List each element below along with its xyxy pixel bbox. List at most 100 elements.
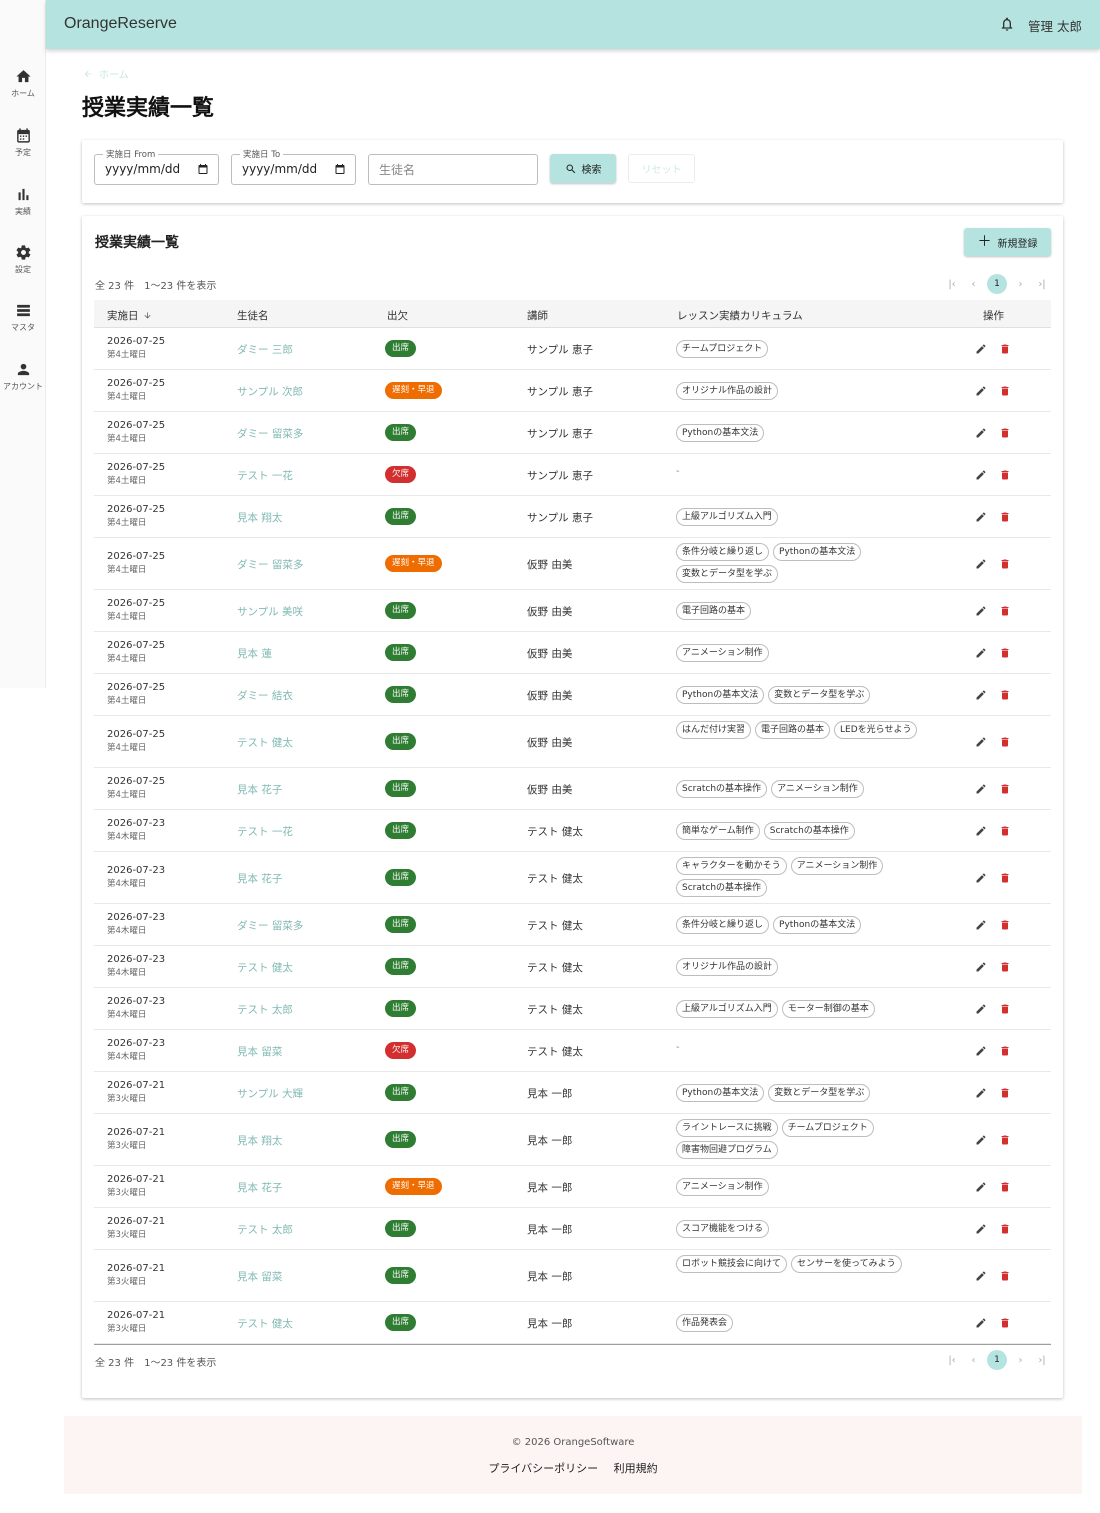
delete-icon[interactable] <box>999 343 1011 355</box>
calendar-icon[interactable] <box>197 163 209 175</box>
student-link[interactable]: 見本 花子 <box>237 1180 282 1195</box>
edit-icon[interactable] <box>975 427 987 439</box>
delete-icon[interactable] <box>999 825 1011 837</box>
edit-icon[interactable] <box>975 872 987 884</box>
delete-icon[interactable] <box>999 558 1011 570</box>
delete-icon[interactable] <box>999 647 1011 659</box>
breadcrumb[interactable]: ホーム <box>83 66 129 81</box>
student-link[interactable]: 見本 留菜 <box>237 1269 282 1284</box>
first-page-icon[interactable]: |‹ <box>944 279 960 290</box>
student-link[interactable]: サンプル 次郎 <box>237 384 303 399</box>
edit-icon[interactable] <box>975 511 987 523</box>
delete-icon[interactable] <box>999 1087 1011 1099</box>
student-link[interactable]: 見本 蓮 <box>237 646 272 661</box>
breadcrumb-home[interactable]: ホーム <box>99 66 129 81</box>
calendar-icon[interactable] <box>334 163 346 175</box>
edit-icon[interactable] <box>975 343 987 355</box>
student-link[interactable]: テスト 一花 <box>237 468 293 483</box>
prev-page-icon[interactable]: ‹ <box>966 1355 982 1366</box>
student-link[interactable]: サンプル 美咲 <box>237 604 303 619</box>
edit-icon[interactable] <box>975 689 987 701</box>
edit-icon[interactable] <box>975 647 987 659</box>
edit-icon[interactable] <box>975 783 987 795</box>
student-link[interactable]: 見本 花子 <box>237 782 282 797</box>
delete-icon[interactable] <box>999 872 1011 884</box>
delete-icon[interactable] <box>999 1223 1011 1235</box>
student-link[interactable]: テスト 健太 <box>237 1316 293 1331</box>
edit-icon[interactable] <box>975 605 987 617</box>
sidebar-item-home[interactable]: ホーム <box>0 68 46 99</box>
edit-icon[interactable] <box>975 385 987 397</box>
delete-icon[interactable] <box>999 1045 1011 1057</box>
student-link[interactable]: 見本 翔太 <box>237 1133 282 1148</box>
terms-link[interactable]: 利用規約 <box>614 1462 658 1475</box>
delete-icon[interactable] <box>999 1134 1011 1146</box>
delete-icon[interactable] <box>999 736 1011 748</box>
delete-icon[interactable] <box>999 427 1011 439</box>
first-page-icon[interactable]: |‹ <box>944 1355 960 1366</box>
page-1-button[interactable]: 1 <box>987 274 1007 294</box>
student-link[interactable]: ダミー 三郎 <box>237 342 293 357</box>
delete-icon[interactable] <box>999 1003 1011 1015</box>
delete-icon[interactable] <box>999 385 1011 397</box>
edit-icon[interactable] <box>975 469 987 481</box>
delete-icon[interactable] <box>999 961 1011 973</box>
edit-icon[interactable] <box>975 1181 987 1193</box>
student-link[interactable]: テスト 太郎 <box>237 1222 293 1237</box>
brand-name[interactable]: OrangeReserve <box>64 15 177 33</box>
edit-icon[interactable] <box>975 558 987 570</box>
page-1-button[interactable]: 1 <box>987 1350 1007 1370</box>
student-link[interactable]: テスト 太郎 <box>237 1002 293 1017</box>
edit-icon[interactable] <box>975 1223 987 1235</box>
student-link[interactable]: テスト 一花 <box>237 824 293 839</box>
delete-icon[interactable] <box>999 1181 1011 1193</box>
student-link[interactable]: ダミー 結衣 <box>237 688 293 703</box>
last-page-icon[interactable]: ›| <box>1034 1355 1050 1366</box>
edit-icon[interactable] <box>975 736 987 748</box>
delete-icon[interactable] <box>999 605 1011 617</box>
date-from-field[interactable]: 実施日 From yyyy/mm/dd <box>94 148 219 185</box>
sidebar-item-results[interactable]: 実績 <box>0 186 46 217</box>
prev-page-icon[interactable]: ‹ <box>966 279 982 290</box>
next-page-icon[interactable]: › <box>1013 279 1029 290</box>
student-link[interactable]: ダミー 留菜多 <box>237 918 303 933</box>
edit-icon[interactable] <box>975 1134 987 1146</box>
sidebar-item-schedule[interactable]: 予定 <box>0 127 46 158</box>
search-button[interactable]: 検索 <box>550 154 616 183</box>
new-record-button[interactable]: ＋ 新規登録 <box>964 228 1051 256</box>
date-to-field[interactable]: 実施日 To yyyy/mm/dd <box>231 148 356 185</box>
student-link[interactable]: ダミー 留菜多 <box>237 557 303 572</box>
notification-bell-icon[interactable] <box>999 15 1015 33</box>
edit-icon[interactable] <box>975 919 987 931</box>
student-link[interactable]: 見本 花子 <box>237 871 282 886</box>
sidebar-item-settings[interactable]: 設定 <box>0 244 46 275</box>
column-header-date[interactable]: 実施日 <box>107 308 152 323</box>
delete-icon[interactable] <box>999 783 1011 795</box>
edit-icon[interactable] <box>975 1045 987 1057</box>
user-name[interactable]: 管理 太郎 <box>1028 16 1082 35</box>
edit-icon[interactable] <box>975 1317 987 1329</box>
edit-icon[interactable] <box>975 1003 987 1015</box>
student-link[interactable]: テスト 健太 <box>237 735 293 750</box>
delete-icon[interactable] <box>999 1270 1011 1282</box>
edit-icon[interactable] <box>975 825 987 837</box>
student-link[interactable]: テスト 健太 <box>237 960 293 975</box>
edit-icon[interactable] <box>975 961 987 973</box>
delete-icon[interactable] <box>999 469 1011 481</box>
reset-button[interactable]: リセット <box>628 154 695 183</box>
edit-icon[interactable] <box>975 1087 987 1099</box>
sidebar-item-account[interactable]: アカウント <box>0 361 46 392</box>
student-link[interactable]: 見本 翔太 <box>237 510 282 525</box>
sidebar-item-master[interactable]: マスタ <box>0 302 46 333</box>
student-link[interactable]: サンプル 大輝 <box>237 1086 303 1101</box>
student-link[interactable]: ダミー 留菜多 <box>237 426 303 441</box>
delete-icon[interactable] <box>999 511 1011 523</box>
delete-icon[interactable] <box>999 919 1011 931</box>
delete-icon[interactable] <box>999 689 1011 701</box>
student-link[interactable]: 見本 留菜 <box>237 1044 282 1059</box>
student-name-input[interactable] <box>369 155 537 184</box>
privacy-policy-link[interactable]: プライバシーポリシー <box>488 1462 598 1475</box>
delete-icon[interactable] <box>999 1317 1011 1329</box>
edit-icon[interactable] <box>975 1270 987 1282</box>
student-name-field[interactable] <box>368 154 538 185</box>
